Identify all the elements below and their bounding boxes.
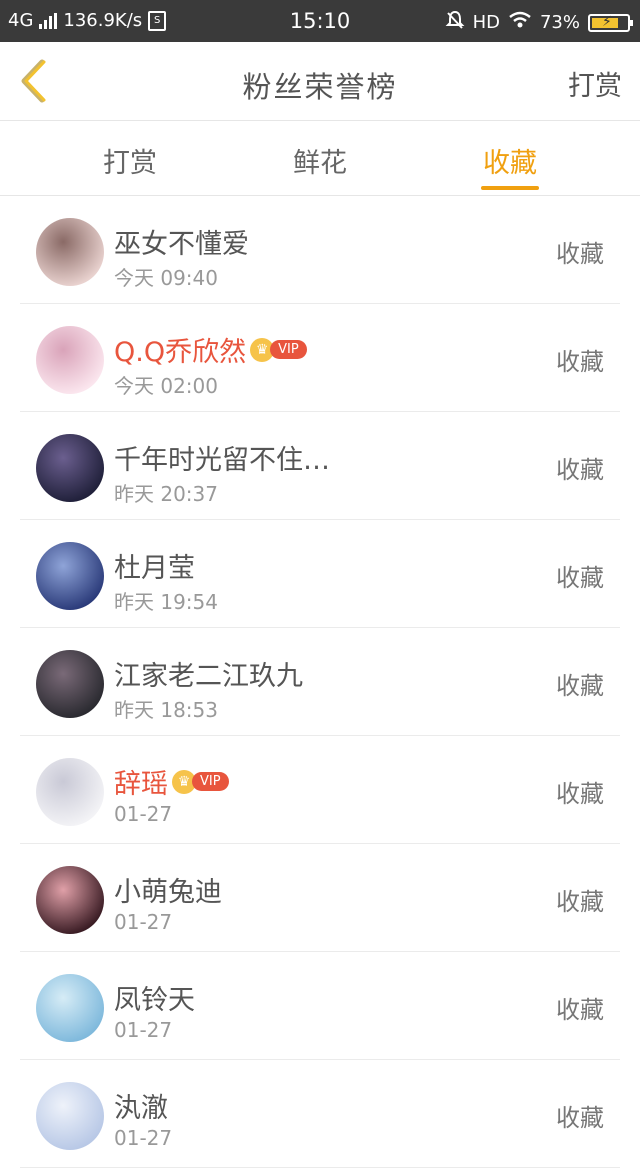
list-item[interactable]: 杜月莹昨天 19:54 收藏 (20, 520, 620, 628)
avatar[interactable] (36, 650, 104, 718)
name-line: 千年时光留不住… (114, 438, 330, 477)
favorite-label: 收藏 (556, 240, 604, 268)
name-line: 凤铃天 (114, 978, 195, 1017)
name-line: 辞瑶 ♛ VIP (114, 762, 229, 801)
user-name[interactable]: 巫女不懂爱 (114, 222, 249, 261)
favorite-label: 收藏 (556, 348, 604, 376)
list-item[interactable]: 巫女不懂爱今天 09:40 收藏 (20, 196, 620, 304)
name-line: 汍澈 (114, 1086, 168, 1125)
favorite-label: 收藏 (556, 672, 604, 700)
user-name[interactable]: 凤铃天 (114, 978, 195, 1017)
user-name[interactable]: Q.Q乔欣然 (114, 330, 246, 369)
timestamp: 昨天 20:37 (114, 482, 218, 506)
avatar[interactable] (36, 974, 104, 1042)
vip-badge: VIP (270, 340, 307, 359)
user-name[interactable]: 汍澈 (114, 1086, 168, 1125)
status-right: HD 73% ⚡ (445, 10, 633, 35)
avatar[interactable] (36, 1082, 104, 1150)
name-line: 杜月莹 (114, 546, 195, 585)
list-item[interactable]: 汍澈 01-27 收藏 (20, 1060, 620, 1168)
name-line: Q.Q乔欣然 ♛ VIP (114, 330, 307, 369)
tab-favorites[interactable]: 收藏 (460, 141, 560, 180)
avatar[interactable] (36, 326, 104, 394)
favorite-label: 收藏 (556, 456, 604, 484)
list-item[interactable]: 小萌兔迪 01-27 收藏 (20, 844, 620, 952)
user-name[interactable]: 小萌兔迪 (114, 870, 222, 909)
favorite-label: 收藏 (556, 888, 604, 916)
battery-icon: ⚡ (588, 13, 633, 32)
avatar[interactable] (36, 758, 104, 826)
timestamp: 01-27 (114, 910, 173, 934)
reward-button[interactable]: 打赏 (568, 64, 622, 103)
wifi-icon (508, 11, 532, 34)
list-item[interactable]: 江家老二江玖九昨天 18:53 收藏 (20, 628, 620, 736)
name-line: 江家老二江玖九 (114, 654, 303, 693)
avatar[interactable] (36, 218, 104, 286)
name-line: 小萌兔迪 (114, 870, 222, 909)
status-bar: 4G 136.9K/s S 15:10 HD 73% ⚡ (0, 0, 640, 42)
name-line: 巫女不懂爱 (114, 222, 249, 261)
timestamp: 昨天 19:54 (114, 590, 218, 614)
mute-icon (445, 10, 465, 35)
user-name[interactable]: 千年时光留不住… (114, 438, 330, 477)
user-name[interactable]: 江家老二江玖九 (114, 654, 303, 693)
timestamp: 01-27 (114, 1126, 173, 1150)
timestamp: 今天 09:40 (114, 266, 218, 290)
fan-list: 巫女不懂爱 今天 09:40 收藏 Q.Q乔欣然 ♛ VIP 今天 02:00 收藏 千年时光留… (0, 196, 640, 1168)
avatar[interactable] (36, 542, 104, 610)
favorite-label: 收藏 (556, 780, 604, 808)
favorite-label: 收藏 (556, 1104, 604, 1132)
avatar[interactable] (36, 866, 104, 934)
nav-bar: 粉丝荣誉榜 打赏 (0, 42, 640, 121)
tab-flowers[interactable]: 鲜花 (270, 141, 370, 180)
list-item[interactable]: Q.Q乔欣然 ♛ VIP 今天 02:00 收藏 (20, 304, 620, 412)
user-name[interactable]: 杜月莹 (114, 546, 195, 585)
timestamp: 01-27 (114, 802, 173, 826)
battery-percent: 73% (539, 12, 580, 33)
favorite-label: 收藏 (556, 996, 604, 1024)
user-name[interactable]: 辞瑶 (114, 762, 168, 801)
tab-bar: 打赏 鲜花 收藏 (0, 121, 640, 196)
timestamp: 昨天 18:53 (114, 698, 218, 722)
timestamp: 01-27 (114, 1018, 173, 1042)
list-item[interactable]: 凤铃天 01-27 收藏 (20, 952, 620, 1060)
vip-badge: VIP (192, 772, 229, 791)
list-item[interactable]: 千年时光留不住… 昨天 20:37 收藏 (20, 412, 620, 520)
list-item[interactable]: 辞瑶 ♛ VIP 01-27 收藏 (20, 736, 620, 844)
page-title: 粉丝荣誉榜 (242, 70, 398, 104)
timestamp: 今天 02:00 (114, 374, 218, 398)
hd-label: HD (472, 12, 500, 33)
active-tab-indicator (481, 186, 539, 190)
favorite-label: 收藏 (556, 564, 604, 592)
tab-reward[interactable]: 打赏 (80, 141, 180, 180)
avatar[interactable] (36, 434, 104, 502)
